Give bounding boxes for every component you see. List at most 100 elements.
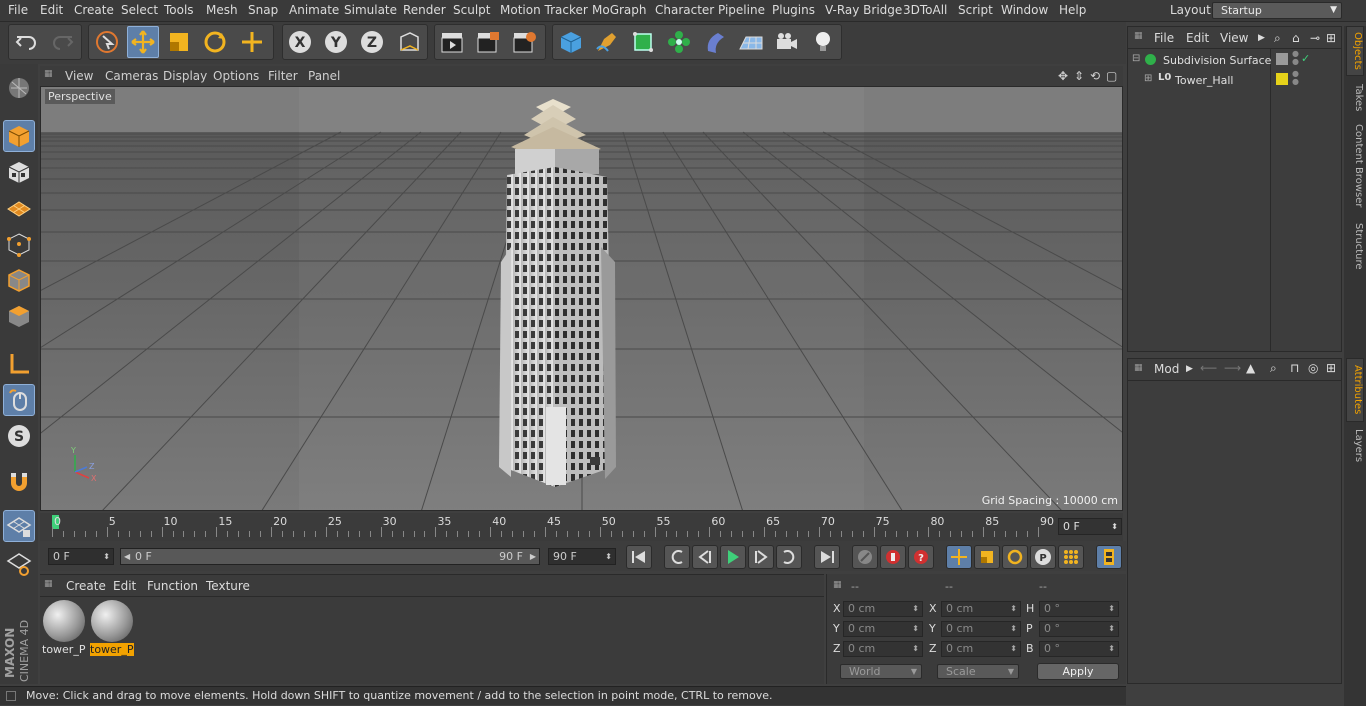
enabled-check-icon[interactable]: ✓ — [1301, 52, 1310, 65]
go-to-end-button[interactable] — [814, 545, 840, 569]
tab-objects[interactable]: Objects — [1346, 26, 1364, 76]
viewport-orbit-icon[interactable]: ⟲ — [1090, 69, 1100, 83]
light-button[interactable] — [807, 26, 839, 58]
menu-tools[interactable]: Tools — [164, 3, 194, 17]
viewport-menu-filter[interactable]: Filter — [268, 69, 298, 83]
model-mode-button[interactable] — [3, 120, 35, 152]
render-view-button[interactable] — [436, 26, 468, 58]
menu-snap[interactable]: Snap — [248, 3, 278, 17]
planar-workplane-button[interactable] — [3, 548, 35, 580]
search-icon[interactable]: ⌕ — [1274, 31, 1281, 46]
object-row-tower-hall[interactable]: ⊞ L0 Tower_Hall ● ● — [1132, 70, 1338, 90]
timeline-window-button[interactable] — [1096, 545, 1122, 569]
menu-motion-tracker[interactable]: Motion Tracker — [500, 3, 588, 17]
visibility-dots-icon[interactable]: ● ● — [1292, 70, 1299, 86]
menu-select[interactable]: Select — [121, 3, 158, 17]
menu-pipeline[interactable]: Pipeline — [718, 3, 765, 17]
record-active-button[interactable] — [852, 545, 878, 569]
coordinate-system-button[interactable] — [393, 26, 425, 58]
tweak-mode-button[interactable] — [3, 384, 35, 416]
tab-layers[interactable]: Layers — [1346, 426, 1364, 466]
viewport-maximize-icon[interactable]: ▢ — [1106, 69, 1117, 83]
viewport-pan-icon[interactable]: ✥ — [1058, 69, 1068, 83]
target-icon[interactable]: ◎ — [1308, 361, 1318, 375]
camera-button[interactable] — [771, 26, 803, 58]
object-menu-edit[interactable]: Edit — [1186, 31, 1209, 45]
spinner-icon[interactable]: ⬍ — [1010, 602, 1017, 616]
spinner-icon[interactable]: ⬍ — [605, 549, 612, 564]
keyframe-selection-button[interactable]: ? — [908, 545, 934, 569]
undo-button[interactable] — [11, 26, 43, 58]
edges-mode-button[interactable] — [3, 264, 35, 296]
menu-animate[interactable]: Animate — [289, 3, 339, 17]
viewport-dolly-icon[interactable]: ⇕ — [1074, 69, 1084, 83]
rotation-p-field[interactable]: 0 ° ⬍ — [1039, 621, 1119, 637]
collapse-toggle-icon[interactable]: ⊟ — [1132, 53, 1140, 64]
attribute-mode-menu[interactable]: Mod — [1154, 362, 1179, 376]
rotation-b-field[interactable]: 0 ° ⬍ — [1039, 641, 1119, 657]
render-picture-viewer-button[interactable] — [472, 26, 504, 58]
points-mode-button[interactable] — [3, 228, 35, 260]
expand-toggle-icon[interactable]: ⊞ — [1144, 73, 1152, 84]
visibility-dots-icon[interactable]: ● ● — [1292, 50, 1299, 66]
size-mode-dropdown[interactable]: Scale ▼ — [937, 664, 1019, 679]
frame-ruler[interactable]: 0 5 10 15 20 25 30 35 40 45 50 55 60 65 70 75 80 85 90 — [48, 513, 1058, 537]
subdivision-surface-button[interactable] — [627, 26, 659, 58]
transform-tool-button[interactable] — [236, 26, 268, 58]
start-frame-field[interactable]: 0 F ⬍ — [48, 548, 114, 565]
forward-arrow-icon[interactable]: ⟶ — [1224, 361, 1241, 375]
menu-character[interactable]: Character — [655, 3, 714, 17]
key-position-button[interactable] — [946, 545, 972, 569]
viewport-menu-display[interactable]: Display — [163, 69, 207, 83]
spinner-icon[interactable]: ⬍ — [1108, 622, 1115, 636]
workplane-mode-button[interactable] — [3, 192, 35, 224]
viewport-menu-options[interactable]: Options — [213, 69, 259, 83]
make-editable-button[interactable] — [3, 72, 35, 104]
menu-vray-bridge[interactable]: V-Ray Bridge — [825, 3, 902, 17]
menu-mesh[interactable]: Mesh — [206, 3, 238, 17]
spinner-icon[interactable]: ⬍ — [1108, 642, 1115, 656]
spinner-icon[interactable]: ⬍ — [912, 622, 919, 636]
floor-scene-button[interactable] — [735, 26, 767, 58]
redo-button[interactable] — [46, 26, 78, 58]
material-menu-create[interactable]: Create — [66, 579, 106, 593]
viewport-menu-panel[interactable]: Panel — [308, 69, 340, 83]
key-scale-button[interactable] — [974, 545, 1000, 569]
perspective-viewport[interactable]: Y X Z Perspective Grid Spacing : 10000 c… — [40, 86, 1123, 511]
pointer-arrow-icon[interactable]: ▲ — [1246, 361, 1255, 375]
tab-attributes[interactable]: Attributes — [1346, 358, 1364, 422]
previous-key-button[interactable] — [664, 545, 690, 569]
play-button[interactable] — [720, 545, 746, 569]
material-menu-function[interactable]: Function — [147, 579, 198, 593]
scale-tool-button[interactable] — [163, 26, 195, 58]
menu-overflow-arrow-icon[interactable]: ▶ — [1258, 33, 1265, 43]
deformer-button[interactable] — [699, 26, 731, 58]
menu-3dtoall[interactable]: 3DToAll — [903, 3, 947, 17]
object-row-subdivision-surface[interactable]: ⊟ Subdivision Surface ● ● ✓ — [1132, 50, 1338, 70]
autokey-button[interactable] — [880, 545, 906, 569]
object-menu-view[interactable]: View — [1220, 31, 1248, 45]
viewport-menu-cameras[interactable]: Cameras — [105, 69, 158, 83]
coordinate-space-dropdown[interactable]: World ▼ — [840, 664, 922, 679]
menu-mograph[interactable]: MoGraph — [592, 3, 647, 17]
tab-structure[interactable]: Structure — [1346, 216, 1364, 276]
render-settings-button[interactable] — [508, 26, 540, 58]
end-frame-field[interactable]: 90 F ⬍ — [548, 548, 616, 565]
size-y-field[interactable]: 0 cm ⬍ — [941, 621, 1021, 637]
menu-overflow-arrow-icon[interactable]: ▶ — [1186, 364, 1193, 374]
texture-mode-button[interactable] — [3, 156, 35, 188]
spinner-icon[interactable]: ⬍ — [103, 549, 110, 564]
spinner-icon[interactable]: ⬍ — [1108, 602, 1115, 616]
x-axis-button[interactable]: X — [284, 26, 316, 58]
size-z-field[interactable]: 0 cm ⬍ — [941, 641, 1021, 657]
menu-edit[interactable]: Edit — [40, 3, 63, 17]
spinner-icon[interactable]: ⬍ — [1010, 622, 1017, 636]
menu-window[interactable]: Window — [1001, 3, 1048, 17]
new-window-icon[interactable]: ⊞ — [1326, 31, 1336, 45]
spinner-icon[interactable]: ⬍ — [912, 602, 919, 616]
menu-script[interactable]: Script — [958, 3, 993, 17]
rotate-tool-button[interactable] — [199, 26, 231, 58]
next-key-button[interactable] — [776, 545, 802, 569]
material-menu-texture[interactable]: Texture — [206, 579, 250, 593]
back-arrow-icon[interactable]: ⟵ — [1200, 361, 1217, 375]
